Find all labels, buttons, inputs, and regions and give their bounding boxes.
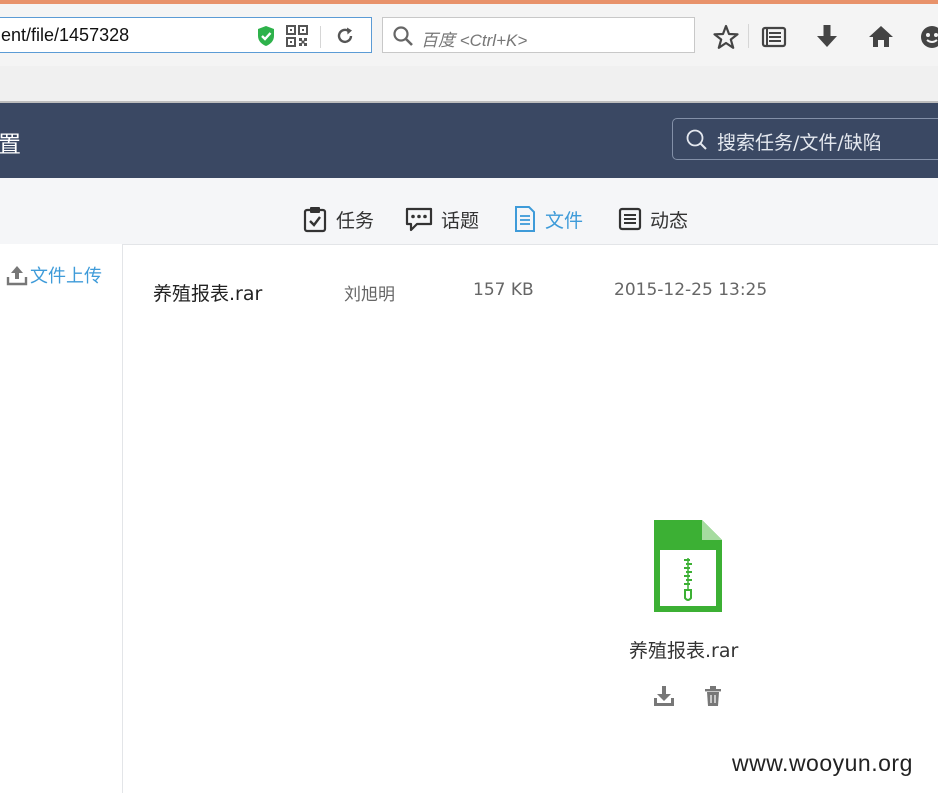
feedback-icon[interactable] bbox=[918, 23, 938, 51]
browser-search-placeholder: 百度 <Ctrl+K> bbox=[421, 31, 528, 50]
upload-file-label: 文件上传 bbox=[30, 266, 102, 287]
search-icon bbox=[392, 25, 414, 51]
upload-icon bbox=[6, 266, 28, 286]
browser-search-bar[interactable]: 百度 <Ctrl+K> bbox=[382, 17, 695, 53]
tab-label: 任务 bbox=[336, 209, 375, 232]
preview-file-name: 养殖报表.rar bbox=[629, 640, 739, 662]
address-bar-url[interactable]: ent/file/1457328 bbox=[1, 25, 129, 46]
app-header: 置 搜索任务/文件/缺陷 bbox=[0, 103, 938, 178]
delete-file-button[interactable] bbox=[701, 684, 725, 712]
address-bar[interactable]: ent/file/1457328 bbox=[0, 17, 372, 53]
file-owner: 刘旭明 bbox=[344, 285, 395, 305]
file-size: 157 KB bbox=[473, 280, 534, 300]
download-file-button[interactable] bbox=[652, 684, 676, 712]
list-box-icon bbox=[618, 207, 642, 231]
clipboard-check-icon bbox=[303, 207, 327, 233]
document-icon bbox=[515, 206, 535, 232]
star-bookmark-icon[interactable] bbox=[712, 23, 740, 51]
zip-file-icon[interactable] bbox=[654, 520, 722, 616]
address-bar-divider bbox=[320, 26, 321, 48]
tab-tasks[interactable]: 任务 bbox=[302, 204, 374, 234]
chat-bubble-icon bbox=[405, 207, 433, 232]
upload-file-link[interactable]: 文件上传 bbox=[6, 262, 102, 288]
page-title: 置 bbox=[0, 132, 21, 158]
qr-code-icon[interactable] bbox=[285, 24, 309, 48]
download-icon[interactable] bbox=[813, 23, 841, 51]
file-row[interactable]: 养殖报表.rar 刘旭明 157 KB 2015-12-25 13:25 bbox=[123, 244, 938, 334]
browser-toolbar: ent/file/1457328 百度 <Ctrl+K> bbox=[0, 4, 938, 66]
watermark-text: www.wooyun.org bbox=[732, 750, 913, 776]
global-search-placeholder: 搜索任务/文件/缺陷 bbox=[717, 132, 882, 154]
file-name[interactable]: 养殖报表.rar bbox=[153, 279, 262, 306]
file-sidebar: 文件上传 bbox=[0, 244, 123, 793]
tab-files[interactable]: 文件 bbox=[513, 204, 583, 234]
bookmarks-bar bbox=[0, 66, 938, 102]
file-modified-time: 2015-12-25 13:25 bbox=[614, 280, 768, 300]
shield-check-icon[interactable] bbox=[254, 24, 278, 48]
tab-activity[interactable]: 动态 bbox=[618, 204, 688, 234]
trash-icon bbox=[705, 686, 721, 706]
search-icon bbox=[685, 128, 709, 156]
toolbar-divider bbox=[748, 24, 749, 48]
tab-topics[interactable]: 话题 bbox=[405, 204, 479, 234]
reload-icon[interactable] bbox=[333, 24, 357, 48]
tab-label: 动态 bbox=[650, 209, 689, 232]
global-search-input[interactable]: 搜索任务/文件/缺陷 bbox=[672, 118, 938, 160]
reading-list-icon[interactable] bbox=[760, 23, 788, 51]
tab-label: 文件 bbox=[545, 209, 584, 232]
home-icon[interactable] bbox=[867, 23, 895, 51]
download-icon bbox=[654, 686, 674, 706]
project-tabs: 任务 话题 文件 动态 bbox=[0, 178, 938, 245]
tab-label: 话题 bbox=[441, 209, 480, 232]
